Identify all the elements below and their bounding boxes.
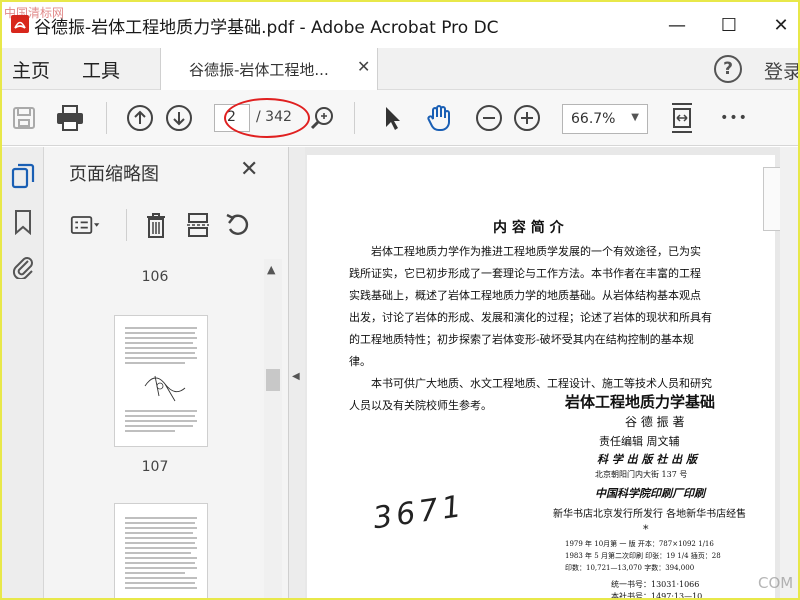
panel-scrollbar[interactable]: ▲: [264, 259, 282, 598]
extract-page-icon[interactable]: [182, 209, 214, 241]
zoom-select[interactable]: 66.7% ▼: [562, 104, 648, 134]
window-title: 谷德振-岩体工程地质力学基础.pdf - Adobe Acrobat Pro D…: [34, 18, 499, 38]
book-distributor: 新华书店北京发行所发行 各地新华书店经售: [553, 509, 747, 520]
zoom-out-icon[interactable]: [473, 102, 505, 134]
hand-tool-icon[interactable]: [424, 102, 456, 134]
print-icon[interactable]: [54, 102, 86, 134]
document-scrollbar[interactable]: [780, 147, 798, 598]
book-editor: 责任编辑 周文辅: [599, 435, 680, 448]
internal-number: 本社书号：1497·13—10: [611, 592, 703, 600]
title-bar: 谷德振-岩体工程地质力学基础.pdf - Adobe Acrobat Pro D…: [2, 2, 798, 48]
intro-line: 人员以及有关院校师生参考。: [349, 399, 492, 412]
publication-detail: 1983 年 5 月第二次印刷 印张：19 1/4 插页：28: [565, 552, 721, 560]
intro-heading: 内 容 简 介: [493, 220, 564, 236]
panel-toolbar: [44, 203, 289, 249]
collapse-left-icon[interactable]: ◀: [292, 371, 300, 382]
scroll-up-icon[interactable]: ▲: [267, 263, 275, 276]
minimize-button[interactable]: —: [662, 12, 692, 38]
book-title: 岩体工程地质力学基础: [565, 393, 716, 411]
book-printer: 中国科学院印刷厂印刷: [595, 487, 705, 500]
select-cursor-icon[interactable]: [376, 102, 408, 134]
watermark-top-left: 中国清标网: [4, 6, 65, 20]
publisher-address: 北京朝阳门内大街 137 号: [595, 470, 688, 479]
close-tab-icon[interactable]: ✕: [357, 57, 370, 76]
book-author: 谷 德 振 著: [625, 415, 685, 429]
thumbnail-page[interactable]: [114, 503, 208, 598]
annotation-circle: [224, 98, 310, 138]
publication-detail: 印数：10,721—13,070 字数：394,000: [565, 564, 695, 572]
panel-collapse-handle[interactable]: ◀: [289, 147, 305, 598]
help-button[interactable]: ?: [714, 55, 742, 83]
delete-page-icon[interactable]: [140, 209, 172, 241]
page-down-icon[interactable]: [163, 102, 195, 134]
menu-row: 主页 工具 谷德振-岩体工程地... ✕ ? 登录: [2, 48, 798, 90]
fit-page-icon[interactable]: [666, 102, 698, 134]
maximize-button[interactable]: ☐: [714, 12, 744, 38]
scroll-thumb[interactable]: [266, 369, 280, 391]
sign-in-button[interactable]: 登录: [764, 57, 798, 84]
document-tab[interactable]: 谷德振-岩体工程地... ✕: [160, 48, 378, 90]
intro-line: 本书可供广大地质、水文工程地质、工程设计、施工等技术人员和研究: [371, 377, 712, 390]
thumbnail-label: 106: [141, 269, 169, 285]
watermark-bottom-right: COM: [758, 574, 794, 592]
close-window-button[interactable]: ✕: [766, 12, 796, 38]
save-icon[interactable]: [8, 102, 40, 134]
intro-line: 出发，讨论了岩体的形成、发展和演化的过程；论述了岩体的现状和所具有: [349, 311, 712, 324]
intro-line: 实践基础上，概述了岩体工程地质力学的地质基础。从岩体结构基本观点: [349, 289, 701, 302]
zoom-value: 66.7%: [571, 111, 616, 127]
intro-line: 岩体工程地质力学作为推进工程地质学发展的一个有效途径，已为实: [371, 245, 701, 258]
zoom-find-icon[interactable]: [306, 102, 338, 134]
bookmark-icon[interactable]: [8, 207, 38, 237]
zoom-in-icon[interactable]: [511, 102, 543, 134]
navigation-rail: [2, 147, 44, 598]
menu-home[interactable]: 主页: [12, 56, 50, 83]
handwritten-note: 3671: [371, 488, 468, 537]
close-panel-icon[interactable]: ✕: [240, 157, 258, 182]
menu-tools[interactable]: 工具: [82, 56, 120, 83]
separator-star: *: [643, 523, 649, 536]
attachment-icon[interactable]: [8, 251, 38, 281]
book-publisher: 科 学 出 版 社 出 版: [597, 453, 697, 466]
thumbnail-options-icon[interactable]: [70, 209, 102, 241]
app-window: 谷德振-岩体工程地质力学基础.pdf - Adobe Acrobat Pro D…: [0, 0, 800, 600]
intro-line: 践所证实，它已初步形成了一套理论与工作方法。本书作者在丰富的工程: [349, 267, 701, 280]
toolbar-divider: [354, 102, 355, 134]
document-page: 内 容 简 介 岩体工程地质力学作为推进工程地质学发展的一个有效途径，已为实 践…: [307, 155, 775, 600]
publication-detail: 1979 年 10月第 一 版 开本：787×1092 1/16: [565, 540, 714, 548]
panel-toolbar-divider: [126, 209, 127, 241]
rotate-icon[interactable]: [222, 209, 254, 241]
thumbnail-panel: 页面缩略图 ✕ 106 107 ▲: [44, 147, 289, 598]
main-toolbar: 2 / 342 66.7% ▼ •••: [2, 90, 798, 146]
document-view[interactable]: 内 容 简 介 岩体工程地质力学作为推进工程地质学发展的一个有效途径，已为实 践…: [305, 147, 798, 600]
thumbnails-icon[interactable]: [8, 161, 38, 191]
page-up-icon[interactable]: [124, 102, 156, 134]
more-tools-button[interactable]: •••: [718, 102, 750, 134]
panel-title: 页面缩略图: [69, 164, 159, 185]
toolbar-divider: [106, 102, 107, 134]
intro-line: 律。: [349, 355, 371, 368]
thumbnail-list: 106 107: [44, 259, 266, 598]
document-tab-label: 谷德振-岩体工程地...: [189, 61, 329, 79]
thumbnail-label: 107: [141, 459, 169, 475]
isbn-line: 统一书号：13031·1066: [611, 580, 700, 589]
intro-line: 的工程地质特性；初步探索了岩体变形-破坏受其内在结构控制的基本规: [349, 333, 694, 346]
thumbnail-page[interactable]: [114, 315, 208, 447]
chevron-down-icon: ▼: [631, 112, 639, 123]
